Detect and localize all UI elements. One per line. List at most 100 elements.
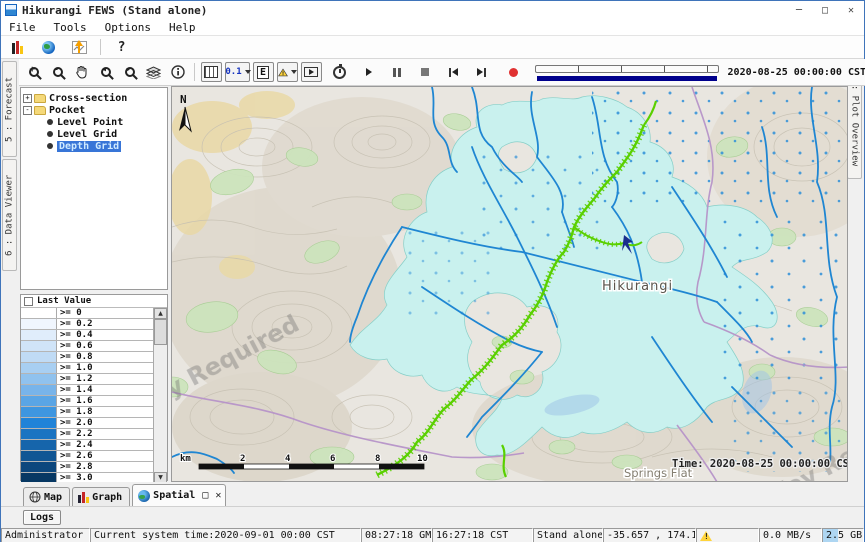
legend-label: >= 0.8 bbox=[57, 352, 153, 362]
legend-swatch bbox=[21, 451, 57, 461]
svg-text:4: 4 bbox=[285, 454, 291, 464]
status-user: Administrator bbox=[1, 528, 90, 542]
grid-display-button[interactable] bbox=[201, 62, 222, 82]
tree-item-label-selected[interactable]: Depth Grid bbox=[57, 141, 121, 152]
info-icon bbox=[171, 65, 185, 79]
time-slider[interactable] bbox=[535, 63, 719, 81]
right-tab-strip: 3 : Plot Overview bbox=[846, 59, 864, 482]
app-icon bbox=[5, 4, 17, 16]
legend-row[interactable]: >= 2.0 bbox=[21, 418, 153, 429]
app-window: { "window": { "title": "Hikurangi FEWS (… bbox=[0, 0, 865, 542]
legend-row[interactable]: >= 1.2 bbox=[21, 374, 153, 385]
menu-file[interactable]: File bbox=[5, 20, 44, 35]
last-value-checkbox[interactable] bbox=[24, 297, 33, 306]
layers-button[interactable] bbox=[143, 62, 164, 82]
legend-row[interactable]: >= 2.2 bbox=[21, 429, 153, 440]
tab-graph[interactable]: Graph bbox=[72, 487, 130, 506]
menu-options[interactable]: Options bbox=[101, 20, 159, 35]
minimize-icon[interactable]: ─ bbox=[786, 2, 812, 18]
timeseries-button[interactable] bbox=[69, 37, 90, 57]
zoom-previous-icon: ◂ bbox=[101, 67, 111, 77]
legend-label: >= 0.2 bbox=[57, 319, 153, 329]
zoom-out-button[interactable]: - bbox=[47, 62, 68, 82]
legend-row[interactable]: >= 0.6 bbox=[21, 341, 153, 352]
animation-button[interactable] bbox=[301, 62, 322, 82]
play-button[interactable] bbox=[359, 62, 380, 82]
legend-row[interactable]: >= 1.0 bbox=[21, 363, 153, 374]
status-gmt-time: 08:27:18 GMT bbox=[361, 528, 432, 542]
chart-arrow-icon bbox=[72, 41, 87, 54]
warning-dropdown[interactable] bbox=[277, 62, 298, 82]
tree-item-level-point[interactable]: Level Point bbox=[23, 116, 165, 128]
scroll-up-icon[interactable]: ▲ bbox=[154, 308, 167, 319]
play-icon bbox=[366, 68, 372, 76]
tree-item-label[interactable]: Level Grid bbox=[57, 129, 117, 140]
pause-button[interactable] bbox=[387, 62, 408, 82]
legend-row[interactable]: >= 0.4 bbox=[21, 330, 153, 341]
tree-item-pocket[interactable]: - Pocket bbox=[23, 104, 165, 116]
tab-close-icon[interactable]: ✕ bbox=[215, 490, 221, 501]
help-button[interactable]: ? bbox=[111, 37, 132, 57]
status-warning[interactable] bbox=[696, 528, 759, 542]
expand-icon[interactable]: + bbox=[23, 94, 32, 103]
svg-text:2: 2 bbox=[240, 454, 245, 464]
legend-swatch bbox=[21, 418, 57, 428]
collapse-icon[interactable]: - bbox=[23, 106, 32, 115]
tree-item-label[interactable]: Level Point bbox=[57, 117, 123, 128]
close-icon[interactable]: ✕ bbox=[838, 2, 864, 18]
menu-help[interactable]: Help bbox=[165, 20, 204, 35]
zoom-in-button[interactable]: + bbox=[23, 62, 44, 82]
legend-row[interactable]: >= 0.2 bbox=[21, 319, 153, 330]
scrollbar-track[interactable] bbox=[154, 319, 167, 472]
tab-spatial[interactable]: Spatial □ ✕ bbox=[132, 484, 226, 506]
legend-row[interactable]: >= 2.8 bbox=[21, 462, 153, 473]
time-slider-track[interactable] bbox=[535, 65, 719, 73]
record-button[interactable] bbox=[503, 62, 524, 82]
legend-row[interactable]: >= 1.8 bbox=[21, 407, 153, 418]
legend-row[interactable]: >= 1.6 bbox=[21, 396, 153, 407]
skip-start-button[interactable] bbox=[443, 62, 464, 82]
zoom-next-button[interactable]: ▸ bbox=[119, 62, 140, 82]
contour-threshold-dropdown[interactable]: 0.1 bbox=[225, 62, 250, 82]
tab-maximize-icon[interactable]: □ bbox=[202, 490, 208, 501]
tree-item-cross-section[interactable]: + Cross-section bbox=[23, 92, 165, 104]
tree-item-level-grid[interactable]: Level Grid bbox=[23, 128, 165, 140]
zoom-previous-button[interactable]: ◂ bbox=[95, 62, 116, 82]
tab-data-viewer[interactable]: 6 : Data Viewer bbox=[2, 159, 17, 271]
legend-swatch bbox=[21, 407, 57, 417]
info-button[interactable] bbox=[167, 62, 188, 82]
legend-label: >= 1.4 bbox=[57, 385, 153, 395]
tree-item-depth-grid[interactable]: Depth Grid bbox=[23, 140, 165, 152]
legend-row[interactable]: >= 2.6 bbox=[21, 451, 153, 462]
legend-row[interactable]: >= 0 bbox=[21, 308, 153, 319]
legend-row[interactable]: >= 0.8 bbox=[21, 352, 153, 363]
legend-row[interactable]: >= 2.4 bbox=[21, 440, 153, 451]
scrollbar-thumb[interactable] bbox=[154, 319, 167, 345]
map-display-button[interactable] bbox=[38, 37, 59, 57]
database-chart-button[interactable] bbox=[7, 37, 28, 57]
maximize-icon[interactable]: □ bbox=[812, 2, 838, 18]
pan-button[interactable] bbox=[71, 62, 92, 82]
legend-scrollbar[interactable]: ▲ ▼ bbox=[154, 308, 167, 483]
skip-end-button[interactable] bbox=[471, 62, 492, 82]
legend-swatch bbox=[21, 385, 57, 395]
legend-swatch bbox=[21, 462, 57, 472]
legend-rows: >= 0>= 0.2>= 0.4>= 0.6>= 0.8>= 1.0>= 1.2… bbox=[21, 308, 154, 483]
tab-forecast[interactable]: 5 : Forecast bbox=[2, 61, 17, 157]
stop-icon bbox=[421, 68, 429, 76]
legend-row[interactable]: >= 1.4 bbox=[21, 385, 153, 396]
logs-button[interactable]: Logs bbox=[23, 510, 61, 525]
blue-globe-icon bbox=[138, 490, 150, 502]
stop-button[interactable] bbox=[415, 62, 436, 82]
logs-row: Logs bbox=[1, 507, 864, 528]
tree-item-label[interactable]: Cross-section bbox=[49, 93, 127, 104]
status-mode: Stand alone bbox=[533, 528, 603, 542]
chevron-down-icon bbox=[245, 70, 251, 74]
map-canvas[interactable]: API Key Required API Key Required N Hiku… bbox=[171, 86, 848, 482]
tab-map[interactable]: Map bbox=[23, 487, 70, 506]
label-toggle-button[interactable]: E bbox=[253, 62, 274, 82]
animation-settings-button[interactable] bbox=[329, 62, 350, 82]
tree-item-label[interactable]: Pocket bbox=[49, 105, 85, 116]
menu-tools[interactable]: Tools bbox=[50, 20, 95, 35]
label-e-icon: E bbox=[257, 66, 269, 79]
